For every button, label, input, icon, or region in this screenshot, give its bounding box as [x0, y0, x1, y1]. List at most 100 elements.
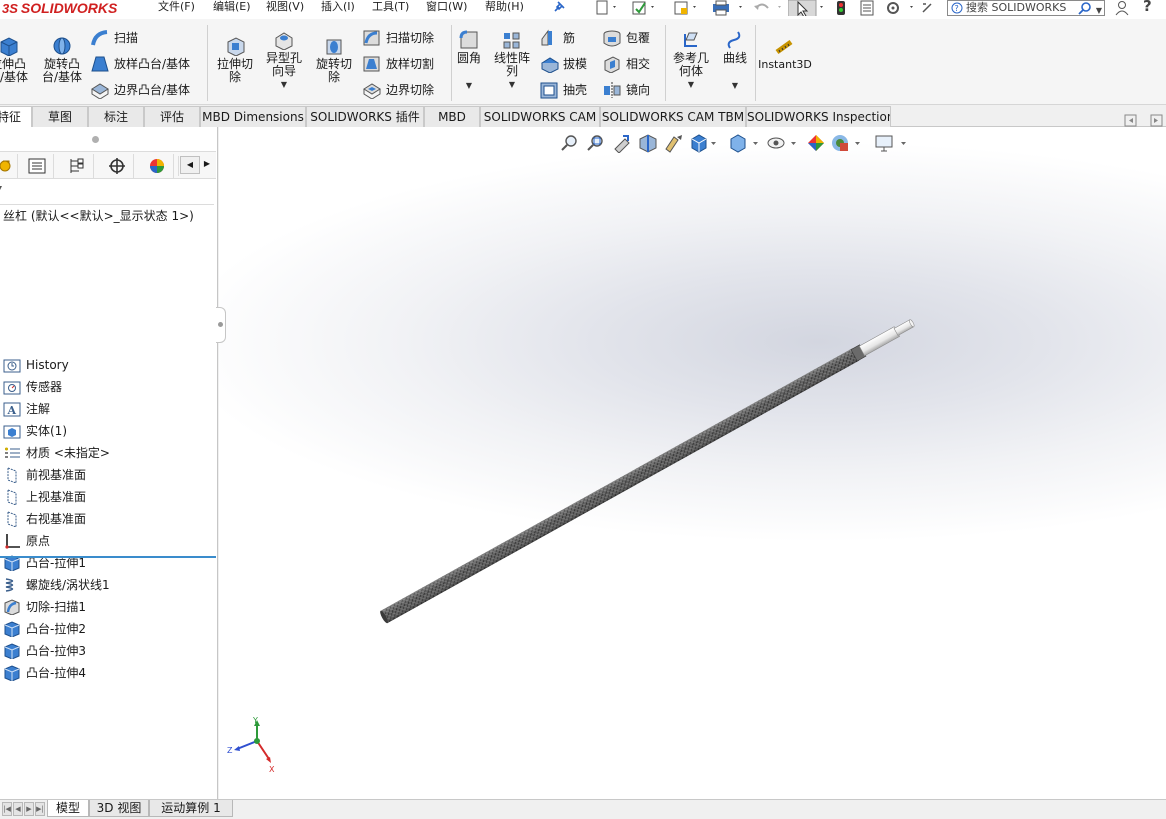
menu-edit[interactable]: 编辑(E) [213, 0, 251, 13]
menu-tools[interactable]: 工具(T) [372, 0, 409, 13]
tab-evaluate[interactable]: 评估 [144, 106, 200, 127]
curves-button[interactable]: 曲线 ▼ [718, 30, 752, 92]
tab-features[interactable]: 特征 [0, 106, 32, 128]
tree-root-part[interactable]: 丝杠 (默认<<默认>_显示状态 1>) [3, 205, 194, 227]
tree-filter[interactable] [0, 179, 214, 205]
help-icon[interactable]: ? [1143, 0, 1152, 14]
tree-item[interactable]: 右视基准面 [0, 508, 216, 530]
print-icon[interactable] [710, 0, 746, 16]
tab-model[interactable]: 模型 [47, 800, 89, 817]
new-document-icon[interactable] [593, 0, 617, 16]
linear-pattern-dropdown[interactable]: ▼ [490, 78, 534, 91]
boundary-cut-button[interactable]: 边界切除 [360, 80, 434, 100]
search-icon[interactable] [1078, 1, 1092, 15]
tab-solidworks-addins[interactable]: SOLIDWORKS 插件 [306, 106, 424, 127]
mirror-button[interactable]: 镜向 [600, 80, 650, 100]
instant3d-button[interactable]: Instant3D [757, 36, 813, 71]
rollback-bar[interactable] [0, 556, 216, 558]
tab-sketch[interactable]: 草图 [32, 106, 88, 127]
tree-item[interactable]: 上视基准面 [0, 486, 216, 508]
panel-grip[interactable] [92, 136, 99, 143]
tree-item[interactable]: 原点 [0, 530, 216, 552]
reference-geometry-button[interactable]: 参考几 何体 ▼ [668, 30, 714, 91]
shell-button[interactable]: 抽壳 [537, 80, 587, 100]
hole-wizard-button[interactable]: 异型孔 向导 ▼ [261, 30, 307, 91]
pin-icon[interactable] [551, 0, 567, 15]
leadscrew-model[interactable] [219, 127, 1166, 799]
user-account-icon[interactable] [1114, 0, 1130, 16]
first-tab-button[interactable]: |◀ [2, 802, 12, 816]
collapse-panel-icon[interactable] [1150, 114, 1164, 128]
tree-item[interactable]: 凸台-拉伸3 [0, 640, 216, 662]
tree-item[interactable]: A 注解 [0, 398, 216, 420]
file-properties-icon[interactable] [858, 0, 876, 16]
menu-help[interactable]: 帮助(H) [485, 0, 524, 13]
linear-pattern-button[interactable]: 线性阵 列 ▼ [490, 30, 534, 91]
tree-item[interactable]: 前视基准面 [0, 464, 216, 486]
graphics-viewport[interactable]: Y X Z [219, 127, 1166, 799]
tab-solidworks-cam-tbm[interactable]: SOLIDWORKS CAM TBM [600, 106, 746, 127]
tree-item[interactable]: 切除-扫描1 [0, 596, 216, 618]
extrude-boss-button[interactable]: 拉伸凸 台/基体 [0, 36, 30, 84]
menu-window[interactable]: 窗口(W) [426, 0, 467, 13]
tab-markup[interactable]: 标注 [88, 106, 144, 127]
open-document-icon[interactable] [630, 0, 656, 16]
tab-solidworks-cam[interactable]: SOLIDWORKS CAM [480, 106, 600, 127]
extrude-cut-button[interactable]: 拉伸切 除 [212, 36, 258, 84]
search-input[interactable]: ? 搜索 SOLIDWORKS ▼ [947, 0, 1105, 16]
sweep-icon [91, 30, 108, 46]
restore-panel-icon[interactable] [1124, 114, 1138, 128]
last-tab-button[interactable]: ▶| [35, 802, 45, 816]
menu-file[interactable]: 文件(F) [158, 0, 195, 13]
tab-configuration-manager[interactable] [58, 154, 94, 178]
tab-dimxpert-manager[interactable] [98, 154, 134, 178]
next-tab-button[interactable]: ▶ [24, 802, 34, 816]
sweep-button[interactable]: 扫描 [88, 28, 138, 48]
curves-dropdown[interactable]: ▼ [718, 79, 752, 92]
hole-wizard-dropdown[interactable]: ▼ [261, 78, 307, 91]
tree-item[interactable]: 实体(1) [0, 420, 216, 442]
tab-feature-tree[interactable] [0, 154, 18, 178]
tab-3d-views[interactable]: 3D 视图 [89, 800, 149, 817]
tree-item[interactable]: 凸台-拉伸2 [0, 618, 216, 640]
tab-motion-study-1[interactable]: 运动算例 1 [149, 800, 233, 817]
revolve-boss-button[interactable]: 旋转凸 台/基体 [39, 36, 85, 84]
shaft-journal[interactable] [858, 326, 900, 357]
tab-solidworks-inspection[interactable]: SOLIDWORKS Inspection [746, 106, 891, 127]
select-icon[interactable] [788, 0, 828, 16]
wrap-button[interactable]: 包覆 [600, 28, 650, 48]
search-dropdown-caret[interactable]: ▼ [1096, 4, 1102, 15]
tab-mbd[interactable]: MBD [424, 106, 480, 127]
loft-boss-button[interactable]: 放样凸台/基体 [88, 54, 190, 74]
tree-item[interactable]: 螺旋线/涡状线1 [0, 574, 216, 596]
solidworks-logo[interactable]: 3S SOLIDWORKS [0, 0, 130, 19]
tab-scroll-left[interactable]: ◀ [180, 156, 200, 174]
tab-mbd-dimensions[interactable]: MBD Dimensions [200, 106, 306, 127]
intersect-button[interactable]: 相交 [600, 54, 650, 74]
save-icon[interactable] [672, 0, 698, 16]
menu-view[interactable]: 视图(V) [266, 0, 304, 13]
tree-item[interactable]: 传感器 [0, 376, 216, 398]
tree-item[interactable]: 材质 <未指定> [0, 442, 216, 464]
prev-tab-button[interactable]: ◀ [13, 802, 23, 816]
reference-geometry-dropdown[interactable]: ▼ [668, 78, 714, 91]
menu-insert[interactable]: 插入(I) [321, 0, 355, 13]
draft-button[interactable]: 拔模 [537, 54, 587, 74]
rib-button[interactable]: 筋 [537, 28, 575, 48]
tree-item[interactable]: 凸台-拉伸4 [0, 662, 216, 684]
rebuild-icon[interactable] [834, 0, 848, 16]
tab-display-manager[interactable] [138, 154, 174, 178]
boundary-boss-button[interactable]: 边界凸台/基体 [88, 80, 190, 100]
tab-property-manager[interactable] [18, 154, 54, 178]
revolve-cut-button[interactable]: 旋转切 除 [311, 36, 357, 84]
swept-cut-button[interactable]: 扫描切除 [360, 28, 434, 48]
tab-scroll-right[interactable]: ▶ [200, 156, 214, 174]
panel-splitter-handle[interactable] [216, 307, 226, 343]
help-flyout-icon[interactable] [920, 0, 944, 16]
options-gear-icon[interactable] [884, 0, 916, 16]
undo-icon[interactable] [752, 0, 786, 16]
lofted-cut-button[interactable]: 放样切割 [360, 54, 434, 74]
tree-item[interactable]: History [0, 354, 216, 376]
fillet-dropdown[interactable]: ▼ [452, 79, 486, 92]
fillet-button[interactable]: 圆角 ▼ [452, 30, 486, 92]
